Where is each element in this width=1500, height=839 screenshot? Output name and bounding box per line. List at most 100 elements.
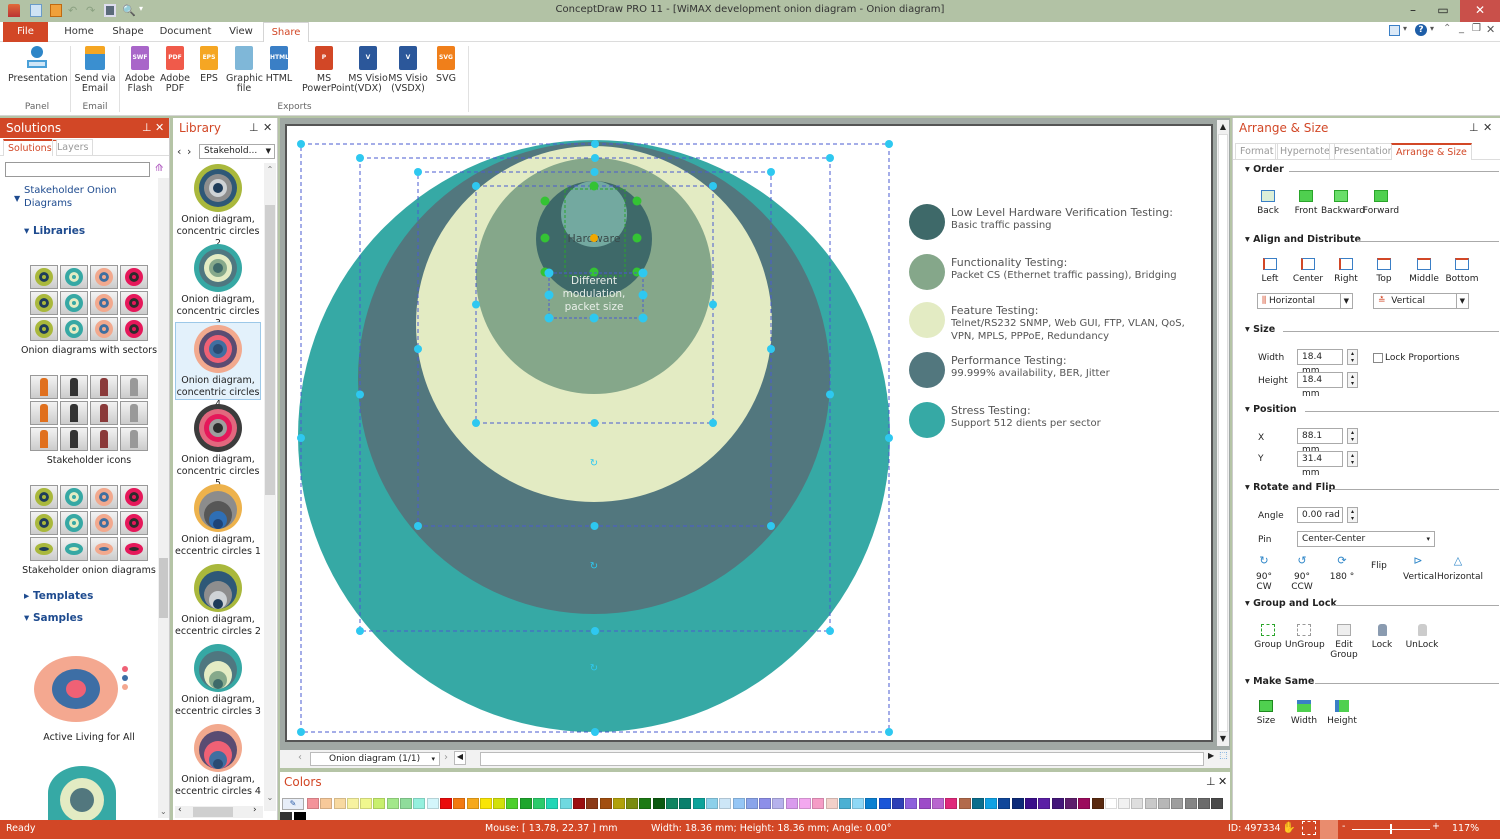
canvas-vscrollbar[interactable]: ▲ ▼	[1217, 120, 1229, 746]
library-thumbs-icons[interactable]	[30, 375, 148, 451]
resize-handle[interactable]	[709, 182, 717, 190]
collapse-ribbon-icon[interactable]: ⌃	[1443, 23, 1451, 34]
color-swatch[interactable]	[1104, 798, 1117, 809]
color-swatch[interactable]	[307, 798, 319, 809]
unlock-button[interactable]: UnLock	[1405, 624, 1439, 650]
rotate-handle-icon[interactable]: ↻	[590, 561, 598, 572]
color-swatch[interactable]	[1011, 798, 1024, 809]
color-swatch[interactable]	[1144, 798, 1157, 809]
color-swatch[interactable]	[679, 798, 692, 809]
close-panel-icon[interactable]: ✕	[155, 118, 164, 138]
stakeholder-thumb[interactable]	[30, 375, 58, 399]
tab-file[interactable]: File	[3, 22, 48, 42]
resize-handle[interactable]	[356, 390, 364, 399]
resize-handle[interactable]	[297, 140, 305, 148]
library-thumb[interactable]	[30, 511, 58, 535]
color-swatch[interactable]	[559, 798, 572, 809]
section-size[interactable]: ▾ Size	[1245, 324, 1499, 335]
group-button[interactable]: Group	[1253, 624, 1283, 650]
color-swatch[interactable]	[626, 798, 639, 809]
scrollbar-thumb[interactable]	[265, 205, 275, 495]
text-resize-handle[interactable]	[638, 268, 648, 278]
search-solutions-icon[interactable]: ⟰	[155, 163, 167, 175]
tab-shape[interactable]: Shape	[108, 22, 148, 42]
doc-restore-icon[interactable]: ❐	[1472, 23, 1481, 34]
library-thumb[interactable]	[30, 291, 58, 315]
flip-horizontal-button[interactable]: △ Horizontal	[1437, 555, 1483, 582]
stakeholder-thumb[interactable]	[60, 375, 88, 399]
legend-item[interactable]: Feature Testing: Telnet/RS232 SNMP, Web G…	[909, 302, 1209, 346]
height-input[interactable]: 18.4 mm	[1297, 372, 1343, 399]
resize-handle[interactable]	[297, 728, 305, 736]
library-thumb[interactable]	[60, 317, 88, 341]
resize-handle[interactable]	[709, 419, 717, 427]
doc-close-icon[interactable]: ✕	[1486, 23, 1495, 36]
color-swatch[interactable]	[413, 798, 426, 809]
resize-handle[interactable]	[472, 419, 480, 427]
stakeholder-thumb[interactable]	[120, 427, 148, 451]
close-button[interactable]: ✕	[1460, 0, 1500, 22]
tree-templates[interactable]: ▸ Templates	[24, 590, 93, 602]
resize-handle[interactable]	[591, 728, 599, 736]
library-item[interactable]: Onion diagram, concentric circles 3	[175, 242, 261, 329]
color-swatch[interactable]	[931, 798, 944, 809]
hardware-resize-handle[interactable]	[540, 196, 550, 206]
color-swatch[interactable]	[1158, 798, 1170, 809]
resize-handle[interactable]	[590, 168, 599, 176]
align-bottom-button[interactable]: Bottom	[1445, 258, 1479, 284]
backward-button[interactable]: Backward	[1321, 190, 1365, 216]
rotate-90cw-button[interactable]: ↻ 90° CW	[1249, 555, 1279, 592]
resize-handle[interactable]	[767, 522, 775, 530]
hardware-resize-handle[interactable]	[632, 233, 642, 243]
color-swatch[interactable]	[1171, 798, 1184, 809]
rotate-handle-icon[interactable]: ↻	[590, 663, 598, 674]
text-resize-handle[interactable]	[544, 313, 554, 323]
color-swatch[interactable]	[320, 798, 333, 809]
zoom-area-icon[interactable]	[1302, 821, 1316, 835]
pin-point-icon[interactable]	[590, 234, 598, 242]
library-thumb[interactable]	[60, 537, 88, 561]
front-button[interactable]: Front	[1291, 190, 1321, 216]
export-svg-button[interactable]: SVG SVG	[432, 46, 460, 84]
angle-spinner[interactable]: ▴ ▾	[1347, 507, 1358, 523]
library-thumb[interactable]	[120, 537, 148, 561]
color-swatch[interactable]	[692, 798, 705, 809]
library-caption[interactable]: Stakeholder icons	[0, 455, 178, 466]
zoom-slider-thumb[interactable]	[1390, 824, 1392, 834]
color-swatch[interactable]	[333, 798, 346, 809]
pin-icon[interactable]: ⊥	[1469, 118, 1479, 138]
library-thumb[interactable]	[90, 265, 118, 289]
zoom-slider[interactable]	[1352, 824, 1430, 834]
color-swatch[interactable]	[639, 798, 652, 809]
x-spinner[interactable]: ▴ ▾	[1347, 428, 1358, 444]
library-item[interactable]: Onion diagram, eccentric circles 1	[175, 482, 261, 560]
library-thumbs-onion[interactable]	[30, 485, 148, 561]
tab-layers[interactable]: Layers	[52, 139, 94, 156]
library-item[interactable]: Onion diagram, eccentric circles 4	[175, 722, 261, 800]
stakeholder-thumb[interactable]	[90, 427, 118, 451]
prev-page-icon[interactable]: ‹	[298, 752, 302, 763]
color-swatch[interactable]	[985, 798, 998, 809]
stakeholder-thumb[interactable]	[30, 427, 58, 451]
color-swatch[interactable]	[852, 798, 865, 809]
library-thumb[interactable]	[90, 511, 118, 535]
library-caption[interactable]: Onion diagrams with sectors	[0, 345, 178, 356]
text-resize-handle[interactable]	[638, 290, 648, 300]
color-swatch[interactable]	[373, 798, 386, 809]
scrollbar-thumb[interactable]	[193, 807, 233, 817]
presentation-button[interactable]: Presentation	[8, 46, 68, 84]
library-thumb[interactable]	[90, 291, 118, 315]
legend-item[interactable]: Low Level Hardware Verification Testing:…	[909, 204, 1209, 248]
legend-item[interactable]: Stress Testing: Support 512 dients per se…	[909, 402, 1209, 446]
ring-label-line[interactable]: Different	[571, 275, 617, 287]
fit-page-icon[interactable]: ⬚	[1219, 751, 1228, 761]
color-swatch[interactable]	[971, 798, 984, 809]
section-rotate[interactable]: ▾ Rotate and Flip	[1245, 482, 1499, 493]
color-swatch[interactable]	[533, 798, 546, 809]
layout-dropdown-icon[interactable]: ▾	[1403, 24, 1407, 33]
stakeholder-thumb[interactable]	[60, 427, 88, 451]
library-scrollbar[interactable]: ⌃ ⌄	[264, 163, 276, 811]
library-thumb[interactable]	[60, 291, 88, 315]
color-swatch[interactable]	[1118, 798, 1131, 809]
align-right-button[interactable]: Right	[1329, 258, 1363, 284]
